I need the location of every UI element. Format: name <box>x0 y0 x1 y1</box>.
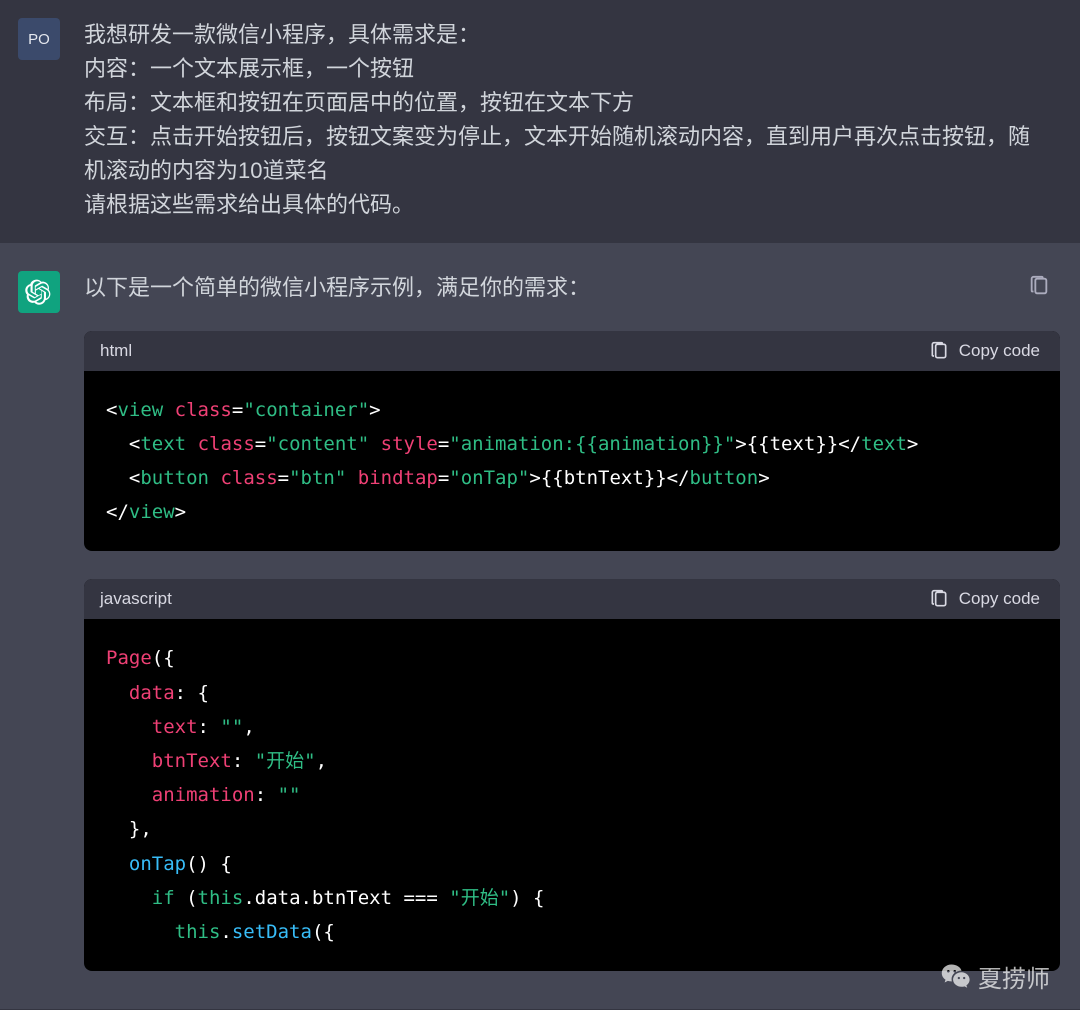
user-avatar: PO <box>18 18 60 60</box>
code-block: javascript Copy code Page({ data: { text: … <box>84 579 1060 971</box>
assistant-message: 以下是一个简单的微信小程序示例，满足你的需求： html Copy code <vi… <box>0 243 1080 1010</box>
assistant-avatar <box>18 271 60 313</box>
code-block-header: javascript Copy code <box>84 579 1060 619</box>
code-body: <view class="container"> <text class="co… <box>84 371 1060 552</box>
code-body: Page({ data: { text: "", btnText: "开始", … <box>84 619 1060 971</box>
watermark: 夏捞师 <box>940 959 1050 994</box>
copy-code-button[interactable]: Copy code <box>929 589 1040 609</box>
code-block: html Copy code <view class="container"> <t… <box>84 331 1060 552</box>
user-text: 我想研发一款微信小程序，具体需求是： 内容：一个文本展示框，一个按钮 布局：文本… <box>84 18 1050 223</box>
user-avatar-label: PO <box>28 31 50 48</box>
code-lang-label: html <box>100 341 132 361</box>
code-block-header: html Copy code <box>84 331 1060 371</box>
watermark-text: 夏捞师 <box>978 959 1050 994</box>
assistant-body: 以下是一个简单的微信小程序示例，满足你的需求： html Copy code <vi… <box>84 271 1080 1000</box>
code-blocks-container: html Copy code <view class="container"> <t… <box>84 331 1060 971</box>
openai-logo-icon <box>25 278 53 306</box>
user-message: PO 我想研发一款微信小程序，具体需求是： 内容：一个文本展示框，一个按钮 布局… <box>0 0 1080 243</box>
assistant-header-row: 以下是一个简单的微信小程序示例，满足你的需求： <box>84 271 1060 331</box>
assistant-intro: 以下是一个简单的微信小程序示例，满足你的需求： <box>84 271 1010 305</box>
copy-label: Copy code <box>959 589 1040 609</box>
user-content: 我想研发一款微信小程序，具体需求是： 内容：一个文本展示框，一个按钮 布局：文本… <box>84 18 1080 223</box>
code-lang-label: javascript <box>100 589 172 609</box>
copy-code-button[interactable]: Copy code <box>929 341 1040 361</box>
copy-label: Copy code <box>959 341 1040 361</box>
wechat-icon <box>940 961 972 993</box>
clipboard-icon[interactable] <box>1028 275 1050 302</box>
